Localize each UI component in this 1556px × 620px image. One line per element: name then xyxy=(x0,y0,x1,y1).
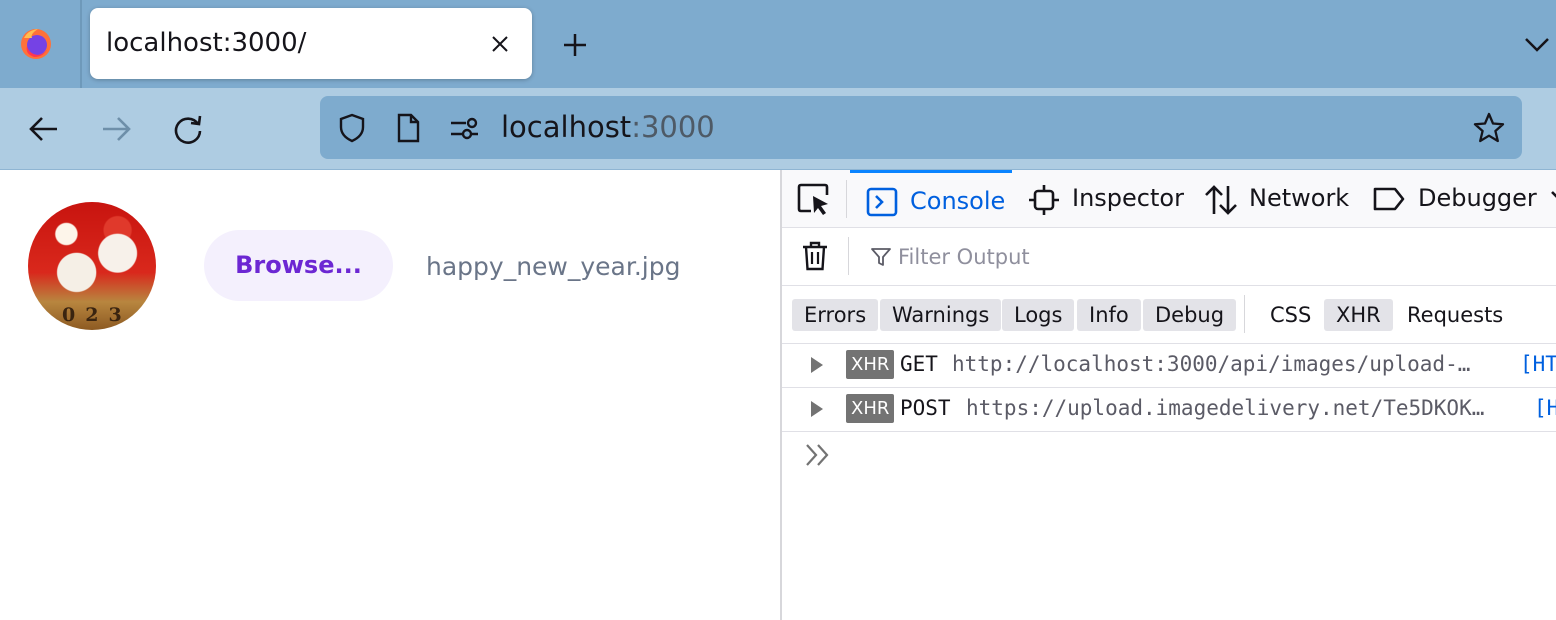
filter-css[interactable]: CSS xyxy=(1258,299,1323,331)
avatar-image: 023 xyxy=(28,202,156,330)
browse-button[interactable]: Browse... xyxy=(204,230,393,301)
request-status: [H xyxy=(1534,396,1556,420)
back-arrow-icon[interactable] xyxy=(27,112,61,146)
filter-requests[interactable]: Requests xyxy=(1395,299,1515,331)
filter-xhr[interactable]: XHR xyxy=(1324,299,1393,331)
console-level-filters: Errors Warnings Logs Info Debug CSS XHR … xyxy=(782,285,1556,344)
console-icon xyxy=(866,187,898,217)
tab-inspector[interactable]: Inspector xyxy=(1028,170,1188,227)
url-bar[interactable]: localhost:3000 xyxy=(320,96,1522,159)
plus-icon[interactable] xyxy=(560,30,590,60)
trash-icon[interactable] xyxy=(800,240,830,272)
filter-debug[interactable]: Debug xyxy=(1143,299,1237,331)
url-host: localhost xyxy=(501,110,632,144)
close-icon[interactable] xyxy=(488,32,512,56)
forward-arrow-icon[interactable] xyxy=(99,112,133,146)
tab-title: localhost:3000/ xyxy=(106,28,307,58)
navigation-toolbar: localhost:3000 xyxy=(0,88,1556,170)
reload-icon[interactable] xyxy=(171,112,205,146)
tab-network-label: Network xyxy=(1249,184,1350,212)
expand-arrow-icon[interactable] xyxy=(810,356,824,374)
filter-logs[interactable]: Logs xyxy=(1002,299,1075,331)
expand-arrow-icon[interactable] xyxy=(810,400,824,418)
filter-info[interactable]: Info xyxy=(1077,299,1141,331)
avatar-image-text: 023 xyxy=(62,304,132,326)
level-filter-separator xyxy=(1244,295,1245,333)
console-message[interactable]: XHR GET http://localhost:3000/api/images… xyxy=(782,344,1556,388)
filter-output-input[interactable] xyxy=(896,239,1500,275)
request-method: GET xyxy=(900,352,938,376)
tab-separator xyxy=(80,0,82,88)
tab-debugger[interactable]: Debugger xyxy=(1372,170,1537,227)
page-content: 023 Browse... happy_new_year.jpg xyxy=(0,170,780,620)
shield-icon[interactable] xyxy=(336,112,368,144)
tab-inspector-label: Inspector xyxy=(1072,184,1184,212)
devtools-panel: Console Inspector Network Debugger Filte… xyxy=(780,170,1556,620)
star-icon[interactable] xyxy=(1472,111,1506,145)
more-tabs-icon[interactable] xyxy=(1550,188,1556,212)
url-text[interactable]: localhost:3000 xyxy=(501,110,715,144)
filter-icon xyxy=(871,248,891,266)
browser-tab[interactable]: localhost:3000/ xyxy=(90,8,532,79)
tab-debugger-label: Debugger xyxy=(1418,184,1537,212)
request-url[interactable]: https://upload.imagedelivery.net/Te5DKOK… xyxy=(966,396,1484,420)
xhr-badge: XHR xyxy=(846,394,895,423)
firefox-logo-icon[interactable] xyxy=(18,26,54,62)
request-method: POST xyxy=(900,396,951,420)
url-port: :3000 xyxy=(631,110,715,144)
console-filter-bar xyxy=(782,227,1556,286)
request-url[interactable]: http://localhost:3000/api/images/upload-… xyxy=(952,352,1470,376)
debugger-icon xyxy=(1373,187,1405,211)
page-icon[interactable] xyxy=(392,112,424,144)
inspector-icon xyxy=(1029,185,1059,215)
element-picker-icon[interactable] xyxy=(796,182,832,216)
xhr-badge: XHR xyxy=(846,350,895,379)
filter-separator xyxy=(848,237,849,275)
filter-errors[interactable]: Errors xyxy=(792,299,879,331)
console-message[interactable]: XHR POST https://upload.imagedelivery.ne… xyxy=(782,388,1556,432)
console-prompt-icon[interactable] xyxy=(804,442,832,468)
tab-network[interactable]: Network xyxy=(1204,170,1354,227)
toolbar-separator xyxy=(846,180,847,218)
filter-warnings[interactable]: Warnings xyxy=(880,299,1002,331)
tab-strip: localhost:3000/ xyxy=(0,0,1556,88)
devtools-toolbar: Console Inspector Network Debugger xyxy=(782,170,1556,228)
request-status: [HT xyxy=(1520,352,1556,376)
tab-console[interactable]: Console xyxy=(850,170,1012,230)
network-icon xyxy=(1205,185,1237,215)
tab-console-label: Console xyxy=(910,187,1006,215)
selected-filename: happy_new_year.jpg xyxy=(426,252,681,281)
permissions-icon[interactable] xyxy=(448,112,480,144)
chevron-down-icon[interactable] xyxy=(1522,32,1552,56)
